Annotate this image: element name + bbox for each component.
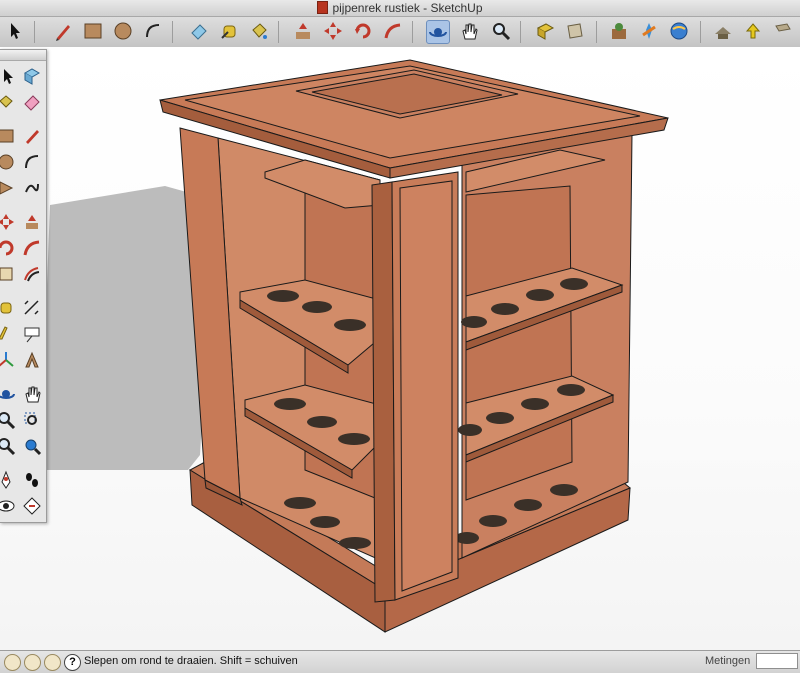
offset-icon[interactable] [22, 264, 42, 284]
axes-icon[interactable] [0, 350, 16, 370]
window-titlebar: pijpenrek rustiek - SketchUp [0, 0, 800, 17]
zoom-extents-icon[interactable] [534, 20, 556, 42]
tape-measure-icon[interactable] [218, 20, 240, 42]
arc-icon[interactable] [22, 152, 42, 172]
toolbar-separator [520, 21, 521, 43]
text-icon[interactable] [22, 324, 42, 344]
extension-icon[interactable] [772, 20, 794, 42]
zoom-icon[interactable] [0, 410, 16, 430]
protractor-icon[interactable] [0, 324, 16, 344]
orbit-icon[interactable] [0, 384, 16, 404]
follow-me-icon[interactable] [382, 20, 404, 42]
move-icon[interactable] [322, 20, 344, 42]
previous-icon[interactable] [22, 436, 42, 456]
center-door-inset [399, 180, 453, 592]
paint-bucket-icon[interactable] [248, 20, 270, 42]
walk-icon[interactable] [22, 470, 42, 490]
rectangle-icon[interactable] [82, 20, 104, 42]
add-location-icon[interactable] [608, 20, 630, 42]
measurements-label: Metingen [705, 655, 751, 667]
section-icon[interactable] [564, 20, 586, 42]
eraser-icon[interactable] [22, 92, 42, 112]
tape-measure-icon[interactable] [0, 298, 16, 318]
large-tool-set-palette [0, 49, 47, 523]
toolbar-separator [412, 21, 413, 43]
toolbar-separator [278, 21, 279, 43]
status-text: Slepen om rond te draaien. Shift = schui… [84, 655, 298, 667]
look-around-icon[interactable] [0, 496, 16, 516]
rectangle-icon[interactable] [0, 126, 16, 146]
scale-icon[interactable] [0, 264, 16, 284]
eraser-icon[interactable] [188, 20, 210, 42]
center-post-left [371, 181, 396, 603]
push-pull-icon[interactable] [292, 20, 314, 42]
pan-icon[interactable] [458, 20, 480, 42]
geo-location-icon[interactable] [4, 654, 21, 671]
orbit-icon[interactable] [426, 20, 450, 44]
warehouse-icon[interactable] [668, 20, 690, 42]
components-icon[interactable] [638, 20, 660, 42]
share-model-icon[interactable] [712, 20, 734, 42]
dimension-icon[interactable] [22, 298, 42, 318]
push-pull-icon[interactable] [22, 212, 42, 232]
toolbar-separator [34, 21, 35, 43]
component-icon[interactable] [22, 66, 42, 86]
get-models-icon[interactable] [742, 20, 764, 42]
move-icon[interactable] [0, 212, 16, 232]
position-camera-icon[interactable] [0, 470, 16, 490]
model-viewport[interactable] [0, 47, 800, 650]
rotate-icon[interactable] [352, 20, 374, 42]
status-bar: ? Slepen om rond te draaien. Shift = sch… [0, 650, 800, 673]
document-icon [317, 1, 329, 14]
circle-icon[interactable] [112, 20, 134, 42]
line-icon[interactable] [22, 126, 42, 146]
rotate-icon[interactable] [0, 238, 16, 258]
arc-icon[interactable] [142, 20, 164, 42]
zoom-window-icon[interactable] [22, 410, 42, 430]
toolbar-separator [172, 21, 173, 43]
toolbar-separator [596, 21, 597, 43]
paint-bucket-icon[interactable] [0, 92, 16, 112]
help-icon[interactable]: ? [64, 654, 81, 671]
freehand-icon[interactable] [22, 178, 42, 198]
zoom-extents-icon[interactable] [0, 436, 16, 456]
polygon-icon[interactable] [0, 178, 16, 198]
follow-me-icon[interactable] [22, 238, 42, 258]
select-icon[interactable] [0, 66, 16, 86]
user-icon[interactable] [44, 654, 61, 671]
window-title: pijpenrek rustiek - SketchUp [332, 1, 483, 15]
main-toolbar [0, 17, 800, 48]
measurements-input[interactable] [756, 653, 798, 669]
palette-titlebar[interactable] [0, 50, 46, 61]
circle-icon[interactable] [0, 152, 16, 172]
credits-icon[interactable] [24, 654, 41, 671]
section-plane-icon[interactable] [22, 496, 42, 516]
3d-text-icon[interactable] [22, 350, 42, 370]
zoom-icon[interactable] [490, 20, 512, 42]
select-icon[interactable] [4, 20, 26, 42]
model-canvas [40, 59, 669, 633]
pencil-icon[interactable] [52, 20, 74, 42]
toolbar-separator [700, 21, 701, 43]
pan-icon[interactable] [22, 384, 42, 404]
